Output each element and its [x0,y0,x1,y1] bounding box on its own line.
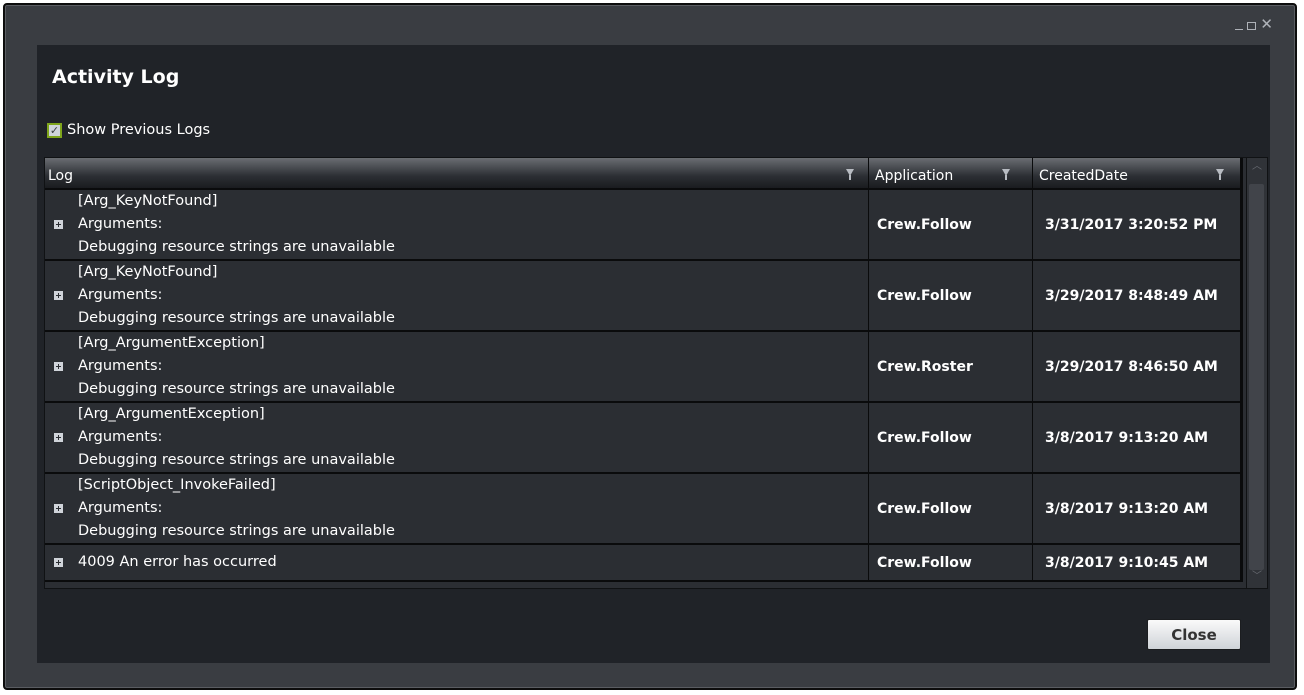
log-grid: Log Application CreatedDate [Arg_KeyNotF… [44,157,1268,589]
log-cell: [Arg_ArgumentException] Arguments: Debug… [45,332,869,401]
log-text: 4009 An error has occurred [78,551,277,574]
column-header-application[interactable]: Application [869,158,1033,188]
log-line: [Arg_ArgumentException] [78,334,265,351]
log-line: [Arg_KeyNotFound] [78,192,218,209]
table-row[interactable]: 4009 An error has occurred Crew.Follow 3… [45,545,1243,582]
expand-icon[interactable] [54,291,63,300]
log-cell: [Arg_ArgumentException] Arguments: Debug… [45,403,869,472]
created-date-cell: 3/29/2017 8:48:49 AM [1033,261,1243,330]
log-line: Arguments: [78,499,163,516]
log-line: Arguments: [78,428,163,445]
log-text: [Arg_KeyNotFound] Arguments: Debugging r… [78,261,395,331]
created-date-cell: 3/8/2017 9:10:45 AM [1033,545,1243,580]
log-text: [Arg_ArgumentException] Arguments: Debug… [78,403,395,473]
close-icon[interactable]: ✕ [1260,17,1273,32]
application-cell: Crew.Follow [869,261,1033,330]
grid-header: Log Application CreatedDate [45,158,1243,190]
scroll-up-icon[interactable]: ︿ [1252,162,1262,172]
column-header-application-label: Application [875,168,954,184]
created-date-cell: 3/29/2017 8:46:50 AM [1033,332,1243,401]
log-line: [Arg_ArgumentException] [78,405,265,422]
show-previous-logs-label: Show Previous Logs [67,122,211,138]
log-line: [Arg_KeyNotFound] [78,263,218,280]
close-button[interactable]: Close [1147,619,1241,650]
log-line: Debugging resource strings are unavailab… [78,381,395,398]
dialog-panel: Activity Log ✓ Show Previous Logs Log Ap… [37,45,1270,663]
application-cell: Crew.Follow [869,474,1033,543]
vertical-scrollbar[interactable]: ︿ ﹀ [1246,158,1267,588]
filter-icon[interactable] [846,169,854,180]
window-controls: ✕ [1235,17,1273,32]
log-text: [ScriptObject_InvokeFailed] Arguments: D… [78,474,395,544]
show-previous-logs-checkbox[interactable]: ✓ [47,122,62,138]
log-line: 4009 An error has occurred [78,553,277,570]
log-line: [ScriptObject_InvokeFailed] [78,476,276,493]
log-cell: [ScriptObject_InvokeFailed] Arguments: D… [45,474,869,543]
log-line: Arguments: [78,357,163,374]
table-row[interactable]: [Arg_ArgumentException] Arguments: Debug… [45,332,1243,403]
table-row[interactable]: [Arg_KeyNotFound] Arguments: Debugging r… [45,190,1243,261]
column-header-log[interactable]: Log [45,158,869,188]
expand-icon[interactable] [54,362,63,371]
log-text: [Arg_KeyNotFound] Arguments: Debugging r… [78,190,395,260]
log-line: Debugging resource strings are unavailab… [78,310,395,327]
scroll-down-icon[interactable]: ﹀ [1252,572,1262,582]
filter-icon[interactable] [1216,169,1224,180]
minimize-icon[interactable] [1235,18,1244,30]
table-row[interactable]: [ScriptObject_InvokeFailed] Arguments: D… [45,474,1243,545]
expand-icon[interactable] [54,433,63,442]
log-cell: [Arg_KeyNotFound] Arguments: Debugging r… [45,190,869,259]
column-header-createddate-label: CreatedDate [1039,168,1128,184]
grid-rows: [Arg_KeyNotFound] Arguments: Debugging r… [45,190,1243,582]
log-line: Debugging resource strings are unavailab… [78,523,395,540]
show-previous-logs-option[interactable]: ✓ Show Previous Logs [47,122,210,138]
created-date-cell: 3/8/2017 9:13:20 AM [1033,474,1243,543]
log-line: Arguments: [78,215,163,232]
application-cell: Crew.Follow [869,403,1033,472]
scrollbar-thumb[interactable] [1249,184,1264,570]
log-text: [Arg_ArgumentException] Arguments: Debug… [78,332,395,402]
table-row[interactable]: [Arg_ArgumentException] Arguments: Debug… [45,403,1243,474]
created-date-cell: 3/31/2017 3:20:52 PM [1033,190,1243,259]
column-header-createddate[interactable]: CreatedDate [1033,158,1243,188]
expand-icon[interactable] [54,504,63,513]
dialog-title: Activity Log [52,66,180,88]
expand-icon[interactable] [54,558,63,567]
log-cell: 4009 An error has occurred [45,545,869,580]
application-cell: Crew.Roster [869,332,1033,401]
column-header-log-label: Log [48,168,74,184]
application-cell: Crew.Follow [869,190,1033,259]
application-cell: Crew.Follow [869,545,1033,580]
table-row[interactable]: [Arg_KeyNotFound] Arguments: Debugging r… [45,261,1243,332]
log-line: Debugging resource strings are unavailab… [78,239,395,256]
maximize-icon[interactable] [1247,22,1257,30]
activity-log-window: ✕ Activity Log ✓ Show Previous Logs Log … [3,3,1297,690]
expand-icon[interactable] [54,220,63,229]
created-date-cell: 3/8/2017 9:13:20 AM [1033,403,1243,472]
filter-icon[interactable] [1002,169,1010,180]
log-line: Arguments: [78,286,163,303]
log-cell: [Arg_KeyNotFound] Arguments: Debugging r… [45,261,869,330]
log-line: Debugging resource strings are unavailab… [78,452,395,469]
